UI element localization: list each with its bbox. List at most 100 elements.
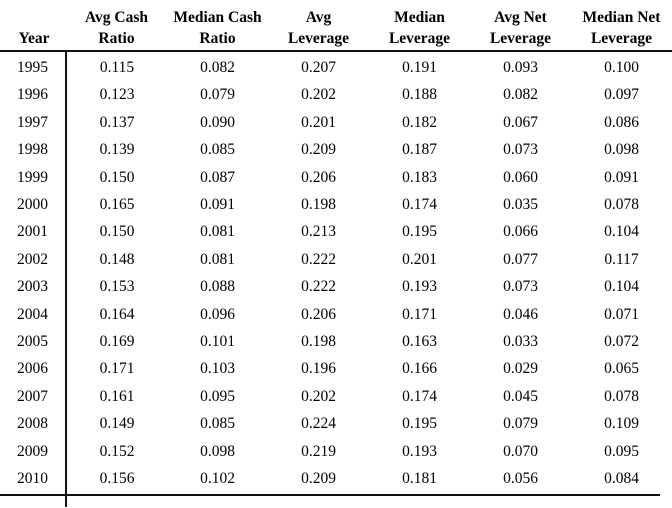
column-header-median-net-leverage: Median Net Leverage <box>571 0 672 52</box>
cell-avg_leverage: 0.198 <box>301 196 336 214</box>
cell-median_cash_ratio: 0.079 <box>200 86 235 104</box>
cell-median_net_leverage: 0.065 <box>604 360 639 378</box>
cell-median_leverage: 0.191 <box>402 59 437 76</box>
cell-year: 2007 <box>0 382 67 411</box>
cell-median_leverage: 0.163 <box>402 333 437 351</box>
cell-avg_net_leverage: 0.056 <box>503 470 538 488</box>
cell-avg_cash_ratio: 0.139 <box>99 141 135 159</box>
table-row: 2006 0.171 0.103 0.196 0.166 0.029 0.065 <box>0 355 672 383</box>
cell-median_leverage: 0.201 <box>402 250 437 268</box>
cell-median_cash_ratio: 0.088 <box>200 278 235 296</box>
cell-avg_net_leverage: 0.070 <box>503 442 538 460</box>
cell-year: 1998 <box>0 136 67 164</box>
cell-avg_leverage: 0.222 <box>301 278 336 296</box>
cell-avg_net_leverage: 0.073 <box>503 141 538 159</box>
cell-median_net_leverage: 0.098 <box>604 141 639 159</box>
cell-median_net_leverage: 0.104 <box>604 223 639 241</box>
cell-avg_net_leverage: 0.079 <box>503 415 538 433</box>
table-row: 2002 0.148 0.081 0.222 0.201 0.077 0.117 <box>0 245 672 274</box>
cell-avg_leverage: 0.209 <box>301 141 336 159</box>
cell-avg_leverage: 0.206 <box>301 305 336 323</box>
cell-median_net_leverage: 0.104 <box>604 278 639 296</box>
cell-avg_net_leverage: 0.067 <box>503 113 538 131</box>
cell-avg_leverage: 0.198 <box>301 333 336 351</box>
table-row: 2010 0.156 0.102 0.209 0.181 0.056 0.084 <box>0 465 672 493</box>
cell-avg_leverage: 0.224 <box>301 415 336 433</box>
cell-avg_leverage: 0.202 <box>301 86 336 104</box>
cell-year: 2010 <box>0 465 67 493</box>
cell-median_net_leverage: 0.109 <box>604 415 639 433</box>
cell-median_cash_ratio: 0.096 <box>200 305 235 323</box>
cell-year: 1997 <box>0 108 67 137</box>
cell-median_leverage: 0.195 <box>402 223 437 241</box>
cell-avg_cash_ratio: 0.123 <box>99 86 135 104</box>
cell-avg_cash_ratio: 0.148 <box>99 250 135 268</box>
cell-avg_cash_ratio: 0.161 <box>99 387 135 405</box>
cell-avg_net_leverage: 0.035 <box>503 196 538 214</box>
cell-median_leverage: 0.187 <box>402 141 437 159</box>
cell-median_leverage: 0.181 <box>402 470 437 488</box>
table-row: 2000 0.165 0.091 0.198 0.174 0.035 0.078 <box>0 191 672 219</box>
cell-median_cash_ratio: 0.102 <box>200 470 235 488</box>
table-row: 1997 0.137 0.090 0.201 0.182 0.067 0.086 <box>0 108 672 137</box>
cell-avg_net_leverage: 0.060 <box>503 168 538 186</box>
cell-median_leverage: 0.188 <box>402 86 437 104</box>
cell-avg_cash_ratio: 0.150 <box>99 168 135 186</box>
cell-median_leverage: 0.182 <box>402 113 437 131</box>
cell-avg_net_leverage: 0.082 <box>503 86 538 104</box>
table-row: 2005 0.169 0.101 0.198 0.163 0.033 0.072 <box>0 328 672 356</box>
cell-avg_leverage: 0.219 <box>301 442 336 460</box>
column-header-avg-cash-ratio: Avg Cash Ratio <box>66 0 167 52</box>
cell-avg_leverage: 0.202 <box>301 387 336 405</box>
cell-median_cash_ratio: 0.081 <box>200 250 235 268</box>
cell-avg_cash_ratio: 0.150 <box>99 223 135 241</box>
statistics-table-figure: Year Avg Cash Ratio Median Cash Ratio Av… <box>0 0 672 507</box>
table-row: 2007 0.161 0.095 0.202 0.174 0.045 0.078 <box>0 382 672 411</box>
cell-avg_net_leverage: 0.046 <box>503 305 538 323</box>
cell-median_cash_ratio: 0.081 <box>200 223 235 241</box>
cell-year: 2003 <box>0 273 67 301</box>
cell-median_leverage: 0.166 <box>402 360 437 378</box>
cell-avg_leverage: 0.213 <box>301 223 336 241</box>
table-row: 1995 0.115 0.082 0.207 0.191 0.093 0.100 <box>0 51 672 82</box>
cell-avg_leverage: 0.206 <box>301 168 336 186</box>
table-row: 1996 0.123 0.079 0.202 0.188 0.082 0.097 <box>0 81 672 109</box>
cell-median_net_leverage: 0.097 <box>604 86 639 104</box>
column-header-median-leverage: Median Leverage <box>369 0 470 52</box>
table-bottom-rule <box>0 494 660 496</box>
cell-avg_leverage: 0.207 <box>301 59 336 76</box>
cell-avg_net_leverage: 0.033 <box>503 333 538 351</box>
cell-median_cash_ratio: 0.098 <box>200 442 235 460</box>
cell-year: 2006 <box>0 355 67 383</box>
cell-median_leverage: 0.195 <box>402 415 437 433</box>
cell-avg_cash_ratio: 0.169 <box>99 333 135 351</box>
cell-median_cash_ratio: 0.087 <box>200 168 235 186</box>
statistics-table: Year Avg Cash Ratio Median Cash Ratio Av… <box>0 0 672 507</box>
cell-avg_cash_ratio: 0.149 <box>99 415 135 433</box>
column-header-year: Year <box>0 0 66 52</box>
cell-avg_net_leverage: 0.073 <box>503 278 538 296</box>
cell-avg_cash_ratio: 0.156 <box>99 470 135 488</box>
table-row: 2003 0.153 0.088 0.222 0.193 0.073 0.104 <box>0 273 672 301</box>
cell-avg_net_leverage: 0.077 <box>503 250 538 268</box>
cell-median_cash_ratio: 0.082 <box>200 59 235 76</box>
cell-avg_net_leverage: 0.066 <box>503 223 538 241</box>
cell-median_net_leverage: 0.100 <box>604 59 639 76</box>
cell-median_cash_ratio: 0.091 <box>200 196 235 214</box>
cell-median_cash_ratio: 0.085 <box>200 141 235 159</box>
cell-avg_leverage: 0.209 <box>301 470 336 488</box>
cell-year: 2004 <box>0 300 67 329</box>
cell-year: 2008 <box>0 410 67 438</box>
table-row: 1999 0.150 0.087 0.206 0.183 0.060 0.091 <box>0 163 672 192</box>
table-row: 2004 0.164 0.096 0.206 0.171 0.046 0.071 <box>0 300 672 329</box>
cell-avg_leverage: 0.222 <box>301 250 336 268</box>
cell-year: 2002 <box>0 245 67 274</box>
cell-median_net_leverage: 0.084 <box>604 470 639 488</box>
cell-avg_cash_ratio: 0.152 <box>99 442 135 460</box>
cell-year: 2000 <box>0 191 67 219</box>
cell-median_leverage: 0.174 <box>402 196 437 214</box>
cell-median_cash_ratio: 0.095 <box>200 387 235 405</box>
table-header-row: Year Avg Cash Ratio Median Cash Ratio Av… <box>0 0 672 52</box>
cell-year: 2001 <box>0 218 67 246</box>
cell-median_cash_ratio: 0.085 <box>200 415 235 433</box>
